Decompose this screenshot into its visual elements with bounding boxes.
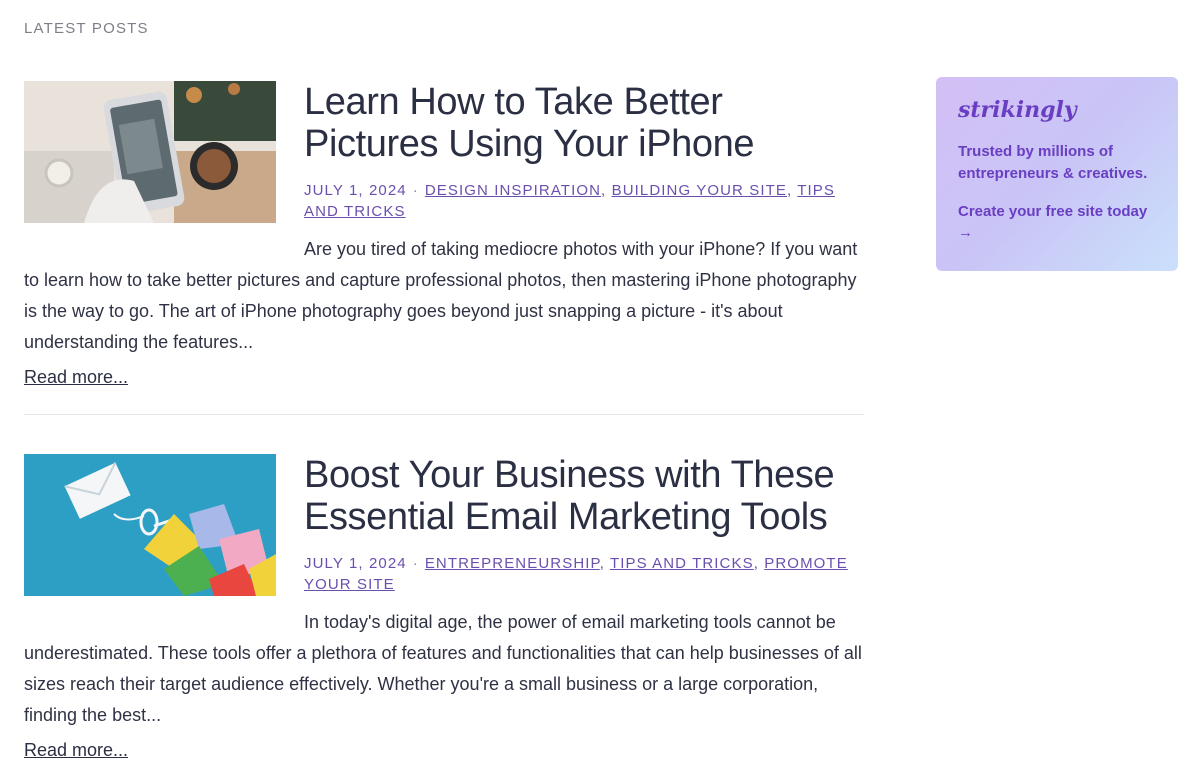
post-meta: JULY 1, 2024 · DESIGN INSPIRATION, BUILDIN… <box>304 182 835 220</box>
category-link[interactable]: BUILDING YOUR SITE <box>612 182 787 199</box>
email-envelopes-image <box>24 454 276 596</box>
meta-separator: · <box>412 182 419 199</box>
post-meta: JULY 1, 2024 · ENTREPRENEURSHIP, TIPS AND … <box>304 555 848 593</box>
post-thumbnail[interactable] <box>24 454 276 596</box>
post-excerpt: Are you tired of taking mediocre photos … <box>24 239 858 352</box>
create-site-link[interactable]: Create your free site today → <box>958 201 1156 243</box>
post-divider <box>24 414 864 415</box>
iphone-photo-image <box>24 81 276 223</box>
post-excerpt: In today's digital age, the power of ema… <box>24 612 862 725</box>
promo-text: Trusted by millions of entrepreneurs & c… <box>958 143 1148 182</box>
read-more-link[interactable]: Read more... <box>24 740 128 761</box>
category-link[interactable]: DESIGN INSPIRATION <box>425 182 601 199</box>
post-title[interactable]: Boost Your Business with These Essential… <box>304 454 864 538</box>
post-title[interactable]: Learn How to Take Better Pictures Using … <box>304 81 864 165</box>
strikingly-logo[interactable]: strikingly <box>958 97 1156 123</box>
post-date: JULY 1, 2024 <box>304 555 407 572</box>
category-link[interactable]: TIPS AND TRICKS <box>610 555 754 572</box>
strikingly-promo-card[interactable]: strikingly Trusted by millions of entrep… <box>936 77 1178 271</box>
section-label: LATEST POSTS <box>24 20 149 37</box>
category-link[interactable]: ENTREPRENEURSHIP <box>425 555 600 572</box>
post-thumbnail[interactable] <box>24 81 276 223</box>
meta-separator: · <box>412 555 419 572</box>
read-more-link[interactable]: Read more... <box>24 367 128 388</box>
post-date: JULY 1, 2024 <box>304 182 407 199</box>
